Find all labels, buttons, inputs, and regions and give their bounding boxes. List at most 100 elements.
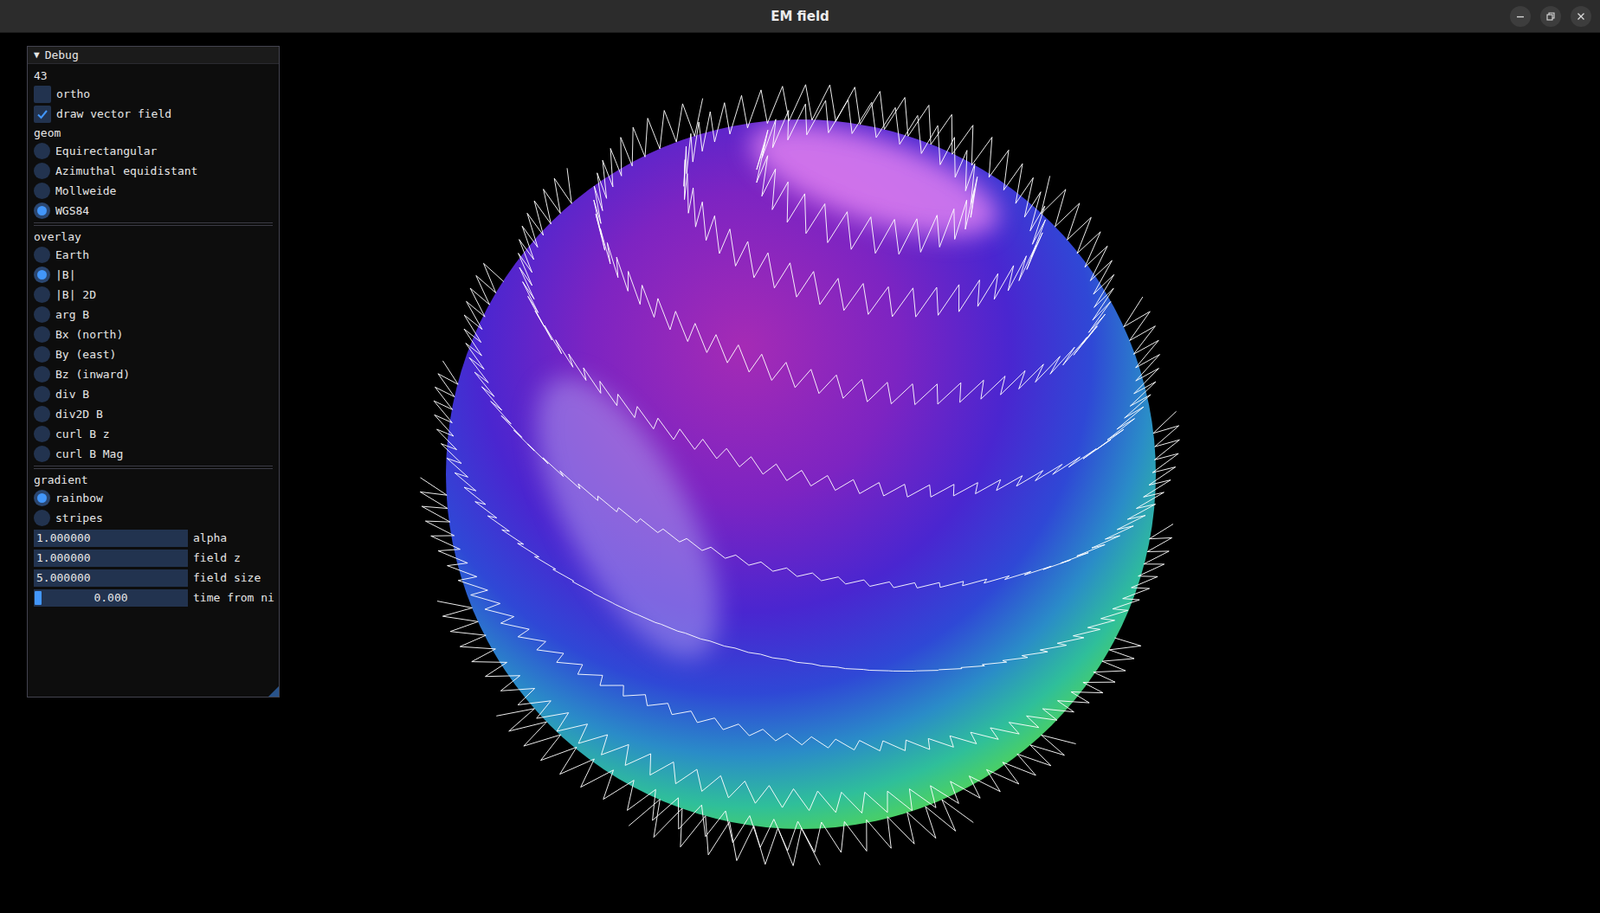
separator xyxy=(33,222,273,226)
panel-body: 43orthodraw vector fieldgeomEquirectangu… xyxy=(27,64,279,611)
radio-row[interactable]: By (east) xyxy=(33,344,273,365)
radio-dot xyxy=(37,206,47,216)
field-line xyxy=(628,800,820,867)
group-label: overlay xyxy=(33,227,273,246)
radio-row[interactable]: Earth xyxy=(33,245,273,265)
field-label: alpha xyxy=(193,531,227,545)
checkbox[interactable] xyxy=(33,105,52,123)
number-input[interactable]: 5.000000 xyxy=(33,569,188,588)
minimize-icon xyxy=(1516,12,1525,21)
maximize-button[interactable] xyxy=(1540,6,1562,27)
radio-row[interactable]: Bx (north) xyxy=(33,324,273,345)
radio-label: Bz (inward) xyxy=(55,367,130,381)
checkbox-label: ortho xyxy=(56,87,91,101)
slider-value: 0.000 xyxy=(93,591,128,605)
radio-label: rainbow xyxy=(55,491,104,505)
collapse-arrow[interactable]: ▼ xyxy=(33,49,40,61)
radio-row[interactable]: WGS84 xyxy=(33,200,273,221)
radio-label: |B| 2D xyxy=(55,288,97,302)
radio-row[interactable]: stripes xyxy=(33,508,273,529)
radio-row[interactable]: Azimuthal equidistant xyxy=(33,161,273,181)
field-label: time from ni xyxy=(193,591,275,605)
checkbox-row[interactable]: draw vector field xyxy=(33,103,273,124)
radio-button[interactable] xyxy=(33,286,51,304)
frame-counter: 43 xyxy=(33,66,273,84)
radio-button[interactable] xyxy=(33,162,51,180)
number-input[interactable]: 1.000000 xyxy=(33,529,188,548)
radio-row[interactable]: div B xyxy=(33,384,273,405)
radio-button[interactable] xyxy=(33,142,51,160)
radio-label: Equirectangular xyxy=(55,144,157,158)
radio-row[interactable]: div2D B xyxy=(33,404,273,425)
field-line xyxy=(464,263,1176,588)
radio-row[interactable]: |B| 2D xyxy=(33,284,273,305)
field-line xyxy=(683,84,1046,317)
radio-row[interactable]: curl B Mag xyxy=(33,444,273,465)
radio-row[interactable]: rainbow xyxy=(33,488,273,509)
radio-label: curl B z xyxy=(55,427,110,441)
radio-button[interactable] xyxy=(33,425,51,443)
radio-button[interactable] xyxy=(33,202,51,220)
radio-label: Bx (north) xyxy=(55,328,123,342)
restore-icon xyxy=(1546,12,1555,21)
radio-button[interactable] xyxy=(33,266,51,284)
checkbox[interactable] xyxy=(33,85,52,104)
field-line xyxy=(1152,411,1180,473)
input-row: 1.000000 alpha xyxy=(33,528,273,549)
radio-button[interactable] xyxy=(33,326,51,343)
radio-button[interactable] xyxy=(33,306,51,323)
field-line xyxy=(496,709,974,853)
group-label: gradient xyxy=(33,470,273,489)
resize-grip-icon[interactable] xyxy=(268,686,279,697)
title-bar: EM field xyxy=(0,0,1600,33)
radio-label: By (east) xyxy=(55,348,117,362)
field-patch xyxy=(738,100,1012,260)
radio-row[interactable]: Equirectangular xyxy=(33,141,273,162)
debug-panel[interactable]: ▼Debug43orthodraw vector fieldgeomEquire… xyxy=(26,45,280,698)
radio-button[interactable] xyxy=(33,386,51,403)
viewport[interactable]: ▼Debug43orthodraw vector fieldgeomEquire… xyxy=(0,32,1600,913)
radio-label: curl B Mag xyxy=(55,447,123,461)
slider[interactable]: 0.000 xyxy=(33,589,188,607)
separator xyxy=(33,465,273,470)
window-title: EM field xyxy=(770,8,830,25)
radio-row[interactable]: curl B z xyxy=(33,424,273,445)
radio-button[interactable] xyxy=(33,246,51,264)
field-line xyxy=(1040,175,1114,321)
radio-label: |B| xyxy=(55,268,76,282)
radio-label: Azimuthal equidistant xyxy=(55,164,198,178)
radio-row[interactable]: Mollweide xyxy=(33,180,273,201)
panel-title: Debug xyxy=(45,48,79,62)
radio-button[interactable] xyxy=(33,346,51,363)
radio-button[interactable] xyxy=(33,182,51,200)
radio-row[interactable]: Bz (inward) xyxy=(33,364,273,385)
field-line xyxy=(1147,524,1174,553)
field-line xyxy=(518,167,1156,497)
slider-grab[interactable] xyxy=(34,591,42,606)
radio-button[interactable] xyxy=(33,366,51,383)
input-row: 1.000000 field z xyxy=(33,548,273,568)
radio-dot xyxy=(37,493,47,504)
radio-button[interactable] xyxy=(33,445,51,463)
radio-label: div2D B xyxy=(55,407,104,421)
radio-button[interactable] xyxy=(33,509,51,527)
field-line xyxy=(437,601,1077,814)
number-input[interactable]: 1.000000 xyxy=(33,549,188,568)
radio-button[interactable] xyxy=(33,406,51,423)
input-row: 5.000000field size xyxy=(33,567,273,588)
radio-button[interactable] xyxy=(33,490,51,507)
checkbox-row[interactable]: ortho xyxy=(33,83,273,104)
checkbox-label: draw vector field xyxy=(56,107,172,121)
field-line xyxy=(433,361,1169,672)
radio-label: stripes xyxy=(55,511,104,525)
close-button[interactable] xyxy=(1570,6,1592,27)
minimize-button[interactable] xyxy=(1509,6,1531,27)
radio-row[interactable]: |B| xyxy=(33,264,273,285)
check-icon xyxy=(36,108,49,121)
radio-label: arg B xyxy=(55,308,90,322)
radio-row[interactable]: arg B xyxy=(33,304,273,325)
globe xyxy=(445,119,1156,830)
field-label: field z xyxy=(193,551,241,565)
panel-header[interactable]: ▼ Debug xyxy=(27,46,279,65)
field-patch xyxy=(501,351,755,684)
